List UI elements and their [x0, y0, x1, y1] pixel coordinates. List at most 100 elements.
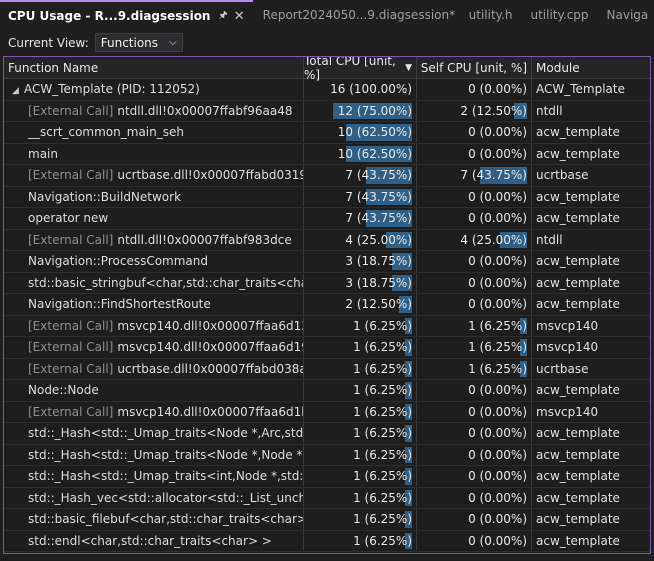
self-cpu-cell: 7 (43.75%): [417, 165, 532, 186]
function-name: std::_Hash<std::_Umap_traits<Node *,Node…: [28, 447, 303, 462]
document-tab-strip: CPU Usage - R...9.diagsession 🖈 ✕ Report…: [0, 0, 654, 30]
self-cpu-cell: 4 (25.00%): [417, 229, 532, 250]
tab-navigation[interactable]: Naviga: [597, 0, 654, 30]
total-cpu-cell: 1 (6.25%): [304, 337, 417, 358]
function-name-cell: [External Call] ucrtbase.dll!0x00007ffabd…: [4, 358, 304, 379]
external-call-tag: [External Call]: [28, 404, 114, 419]
module-name: ACW_Template: [536, 82, 625, 97]
total-cpu-cell: 1 (6.25%): [304, 530, 417, 551]
total-cpu-value: 10 (62.50%): [337, 125, 412, 140]
function-name-cell: __scrt_common_main_seh: [4, 122, 304, 143]
self-cpu-value: 0 (0.00%): [468, 275, 527, 290]
function-name: Navigation::BuildNetwork: [28, 189, 182, 204]
table-row[interactable]: ◢ ACW_Template (PID: 112052) 16 (100.00%) 0…: [4, 79, 650, 101]
module-name: acw_template: [536, 189, 620, 204]
total-cpu-value: 4 (25.00%): [345, 232, 412, 247]
self-cpu-value: 1 (6.25%): [468, 361, 527, 376]
function-name-cell: [External Call] ucrtbase.dll!0x00007ffabd…: [4, 165, 304, 186]
table-row[interactable]: Node::Node 1 (6.25%) 0 (0.00%) acw_template: [4, 380, 650, 402]
table-row[interactable]: [External Call] msvcp140.dll!0x00007ffaa6…: [4, 315, 650, 337]
module-cell: acw_template: [532, 144, 650, 165]
self-cpu-cell: 0 (0.00%): [417, 272, 532, 293]
function-name-cell: [External Call] msvcp140.dll!0x00007ffaa6…: [4, 401, 304, 422]
self-cpu-value: 0 (0.00%): [468, 426, 527, 441]
module-cell: ACW_Template: [532, 79, 650, 100]
self-cpu-value: 2 (12.50%): [460, 103, 527, 118]
total-cpu-value: 16 (100.00%): [330, 82, 412, 97]
module-cell: acw_template: [532, 273, 650, 294]
function-name: __scrt_common_main_seh: [28, 125, 184, 140]
pin-icon[interactable]: 🖈: [218, 8, 227, 25]
table-row[interactable]: std::_Hash<std::_Umap_traits<Node *,Node…: [4, 444, 650, 466]
column-header-self-cpu[interactable]: Self CPU [unit, %]: [417, 57, 532, 78]
function-name: msvcp140.dll!0x00007ffaa6d1b314: [117, 404, 303, 419]
function-name: msvcp140.dll!0x00007ffaa6d13d08: [117, 318, 303, 333]
table-row[interactable]: main 10 (62.50%) 0 (0.00%) acw_template: [4, 143, 650, 165]
module-cell: acw_template: [532, 380, 650, 401]
tab-utility-cpp[interactable]: utility.cpp: [520, 0, 596, 30]
table-row[interactable]: Navigation::FindShortestRoute 2 (12.50%) 0…: [4, 294, 650, 316]
chevron-down-icon: ⌵: [169, 37, 177, 48]
table-row[interactable]: std::_Hash_vec<std::allocator<std::_List…: [4, 487, 650, 509]
self-cpu-value: 0 (0.00%): [468, 383, 527, 398]
total-cpu-value: 1 (6.25%): [353, 404, 412, 419]
function-name-cell: Navigation::BuildNetwork: [4, 186, 304, 207]
total-cpu-cell: 16 (100.00%): [304, 79, 417, 100]
table-row[interactable]: __scrt_common_main_seh 10 (62.50%) 0 (0.00…: [4, 122, 650, 144]
table-row[interactable]: [External Call] ntdll.dll!0x00007ffabf96a…: [4, 100, 650, 122]
table-row[interactable]: [External Call] ucrtbase.dll!0x00007ffabd…: [4, 165, 650, 187]
module-cell: acw_template: [532, 531, 650, 552]
tab-label: Report2024050...9.diagsession*: [262, 8, 456, 22]
total-cpu-cell: 10 (62.50%): [304, 122, 417, 143]
close-icon[interactable]: ✕: [234, 9, 245, 24]
column-header-function-name[interactable]: Function Name: [4, 57, 304, 78]
tab-utility-h[interactable]: utility.h: [453, 0, 521, 30]
functions-table: Function Name Total CPU [unit, %] ▼ Self …: [3, 56, 651, 554]
self-cpu-cell: 0 (0.00%): [417, 509, 532, 530]
self-cpu-value: 0 (0.00%): [468, 254, 527, 269]
table-row[interactable]: std::_Hash<std::_Umap_traits<int,Node *,…: [4, 466, 650, 488]
tab-label: utility.cpp: [530, 8, 589, 22]
self-cpu-value: 0 (0.00%): [468, 297, 527, 312]
table-row[interactable]: std::_Hash<std::_Umap_traits<Node *,Arc,…: [4, 423, 650, 445]
total-cpu-cell: 10 (62.50%): [304, 143, 417, 164]
function-name: Navigation::ProcessCommand: [28, 254, 209, 269]
tab-cpu-usage[interactable]: CPU Usage - R...9.diagsession 🖈 ✕: [0, 0, 253, 30]
table-row[interactable]: std::basic_stringbuf<char,std::char_trai…: [4, 272, 650, 294]
table-row[interactable]: operator new 7 (43.75%) 0 (0.00%) acw_templ…: [4, 208, 650, 230]
total-cpu-value: 3 (18.75%): [345, 254, 412, 269]
table-row[interactable]: Navigation::ProcessCommand 3 (18.75%) 0 (0…: [4, 251, 650, 273]
total-cpu-value: 1 (6.25%): [353, 361, 412, 376]
table-row[interactable]: std::basic_filebuf<char,std::char_traits…: [4, 509, 650, 531]
table-row[interactable]: Navigation::BuildNetwork 7 (43.75%) 0 (0.0…: [4, 186, 650, 208]
function-name-cell: Navigation::ProcessCommand: [4, 251, 304, 272]
table-row[interactable]: [External Call] ucrtbase.dll!0x00007ffabd…: [4, 358, 650, 380]
column-header-total-cpu[interactable]: Total CPU [unit, %] ▼: [304, 57, 417, 82]
module-name: acw_template: [536, 469, 620, 484]
current-view-dropdown[interactable]: Functions ⌵: [94, 33, 183, 52]
external-call-tag: [External Call]: [28, 340, 114, 355]
table-row[interactable]: std::endl<char,std::char_traits<char> > 1…: [4, 530, 650, 552]
total-cpu-cell: 7 (43.75%): [304, 186, 417, 207]
total-cpu-cell: 2 (12.50%): [304, 294, 417, 315]
total-cpu-value: 1 (6.25%): [353, 447, 412, 462]
function-name-cell: std::_Hash<std::_Umap_traits<Node *,Arc,…: [4, 423, 304, 444]
external-call-tag: [External Call]: [28, 318, 114, 333]
function-name-cell: operator new: [4, 208, 304, 229]
function-name-cell: std::_Hash_vec<std::allocator<std::_List…: [4, 487, 304, 508]
self-cpu-value: 1 (6.25%): [468, 318, 527, 333]
tab-report[interactable]: Report2024050...9.diagsession*: [253, 0, 456, 30]
self-cpu-cell: 1 (6.25%): [417, 315, 532, 336]
table-row[interactable]: [External Call] msvcp140.dll!0x00007ffaa6…: [4, 337, 650, 359]
self-cpu-cell: 1 (6.25%): [417, 358, 532, 379]
self-cpu-cell: 0 (0.00%): [417, 251, 532, 272]
collapse-triangle-icon[interactable]: ◢: [12, 86, 24, 96]
table-row[interactable]: [External Call] ntdll.dll!0x00007ffabf983…: [4, 229, 650, 251]
module-cell: acw_template: [532, 466, 650, 487]
function-name: ucrtbase.dll!0x00007ffabd038a0f: [117, 361, 304, 376]
external-call-tag: [External Call]: [28, 168, 114, 183]
column-header-module[interactable]: Module: [532, 57, 650, 78]
self-cpu-value: 4 (25.00%): [460, 232, 527, 247]
table-row[interactable]: [External Call] msvcp140.dll!0x00007ffaa6…: [4, 401, 650, 423]
total-cpu-value: 1 (6.25%): [353, 318, 412, 333]
